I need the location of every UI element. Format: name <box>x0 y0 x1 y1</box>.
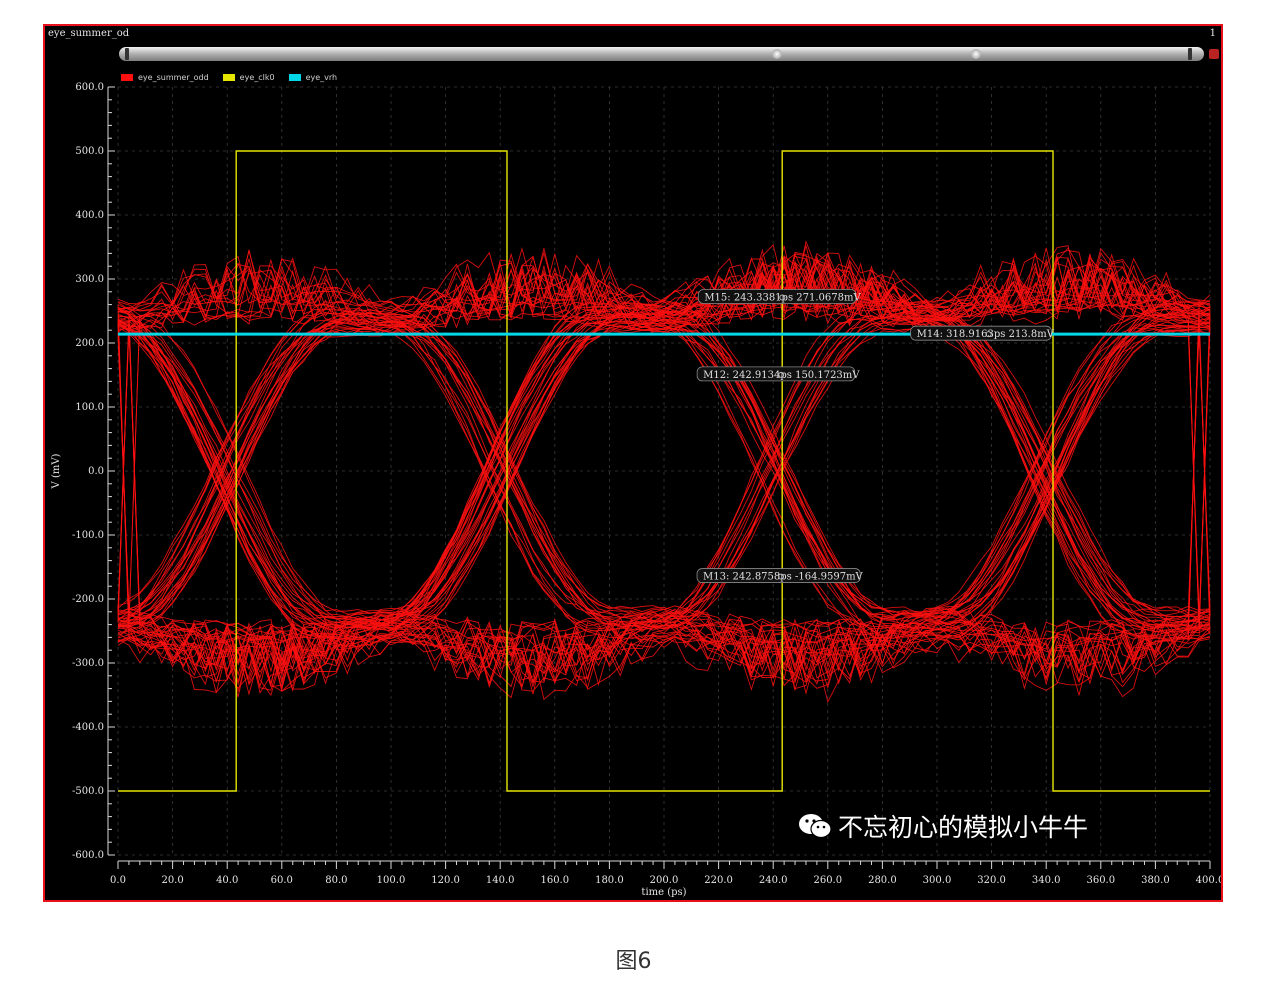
x-tick-label: 180.0 <box>595 875 624 886</box>
marker-label: M14: 318.9163ps 213.8mV <box>910 325 1055 341</box>
marker-text: M14: 318.9163ps 213.8mV <box>917 329 1055 340</box>
x-tick-label: 200.0 <box>650 875 679 886</box>
marker-label: M15: 243.3381ps 271.0678mV <box>697 289 861 304</box>
marker-text: M12: 242.9134ps 150.1723mV <box>703 370 860 381</box>
marker-label: M13: 242.8758ps -164.9597mV <box>696 568 864 583</box>
x-tick-label: 260.0 <box>813 875 842 886</box>
x-tick-label: 220.0 <box>704 875 733 886</box>
x-tick-label: 340.0 <box>1032 875 1061 886</box>
x-tick-label: 60.0 <box>271 875 293 886</box>
marker-label: M12: 242.9134ps 150.1723mV <box>696 366 860 382</box>
watermark: 不忘初心的模拟小牛牛 <box>798 808 1088 844</box>
x-tick-label: 380.0 <box>1141 875 1170 886</box>
y-tick-label: -500.0 <box>72 786 104 797</box>
y-tick-label: -200.0 <box>72 594 104 605</box>
x-tick-label: 300.0 <box>923 875 952 886</box>
y-tick-label: -100.0 <box>72 530 104 541</box>
y-tick-label: 100.0 <box>75 402 104 413</box>
y-tick-label: -300.0 <box>72 658 104 669</box>
y-tick-label: 0.0 <box>88 466 104 477</box>
watermark-text: 不忘初心的模拟小牛牛 <box>838 813 1089 842</box>
waveform-window: eye_summer_od 1 eye_summer_odd eye_clk0 ey… <box>43 24 1223 902</box>
x-tick-label: 0.0 <box>110 875 126 886</box>
x-tick-label: 280.0 <box>868 875 897 886</box>
x-tick-label: 240.0 <box>759 875 788 886</box>
series-eye-summer-odd <box>117 240 1211 704</box>
x-axis-label: time (ps) <box>641 887 686 898</box>
y-tick-label: -400.0 <box>72 722 104 733</box>
x-tick-label: 160.0 <box>540 875 569 886</box>
x-tick-label: 80.0 <box>325 875 347 886</box>
y-tick-label: 400.0 <box>75 210 104 221</box>
x-tick-label: 40.0 <box>216 875 238 886</box>
y-tick-label: 300.0 <box>75 274 104 285</box>
marker-text: M15: 243.3381ps 271.0678mV <box>704 293 861 304</box>
x-tick-label: 320.0 <box>977 875 1006 886</box>
eye-diagram-plot: M15: 243.3381ps 271.0678mV M14: 318.9163p… <box>51 82 1221 898</box>
figure-caption: 图6 <box>615 949 652 974</box>
x-tick-label: 100.0 <box>377 875 406 886</box>
wechat-icon <box>799 814 832 839</box>
grid-lines <box>117 86 1211 856</box>
x-tick-label: 360.0 <box>1086 875 1115 886</box>
x-tick-label: 120.0 <box>431 875 460 886</box>
y-tick-label: 500.0 <box>75 146 104 157</box>
y-tick-label: 600.0 <box>75 82 104 93</box>
x-tick-label: 140.0 <box>486 875 515 886</box>
x-tick-label: 400.0 <box>1196 875 1221 886</box>
y-tick-label: 200.0 <box>75 338 104 349</box>
y-axis-label: V (mV) <box>51 453 62 489</box>
y-tick-label: -600.0 <box>72 850 104 861</box>
x-tick-label: 20.0 <box>161 875 183 886</box>
